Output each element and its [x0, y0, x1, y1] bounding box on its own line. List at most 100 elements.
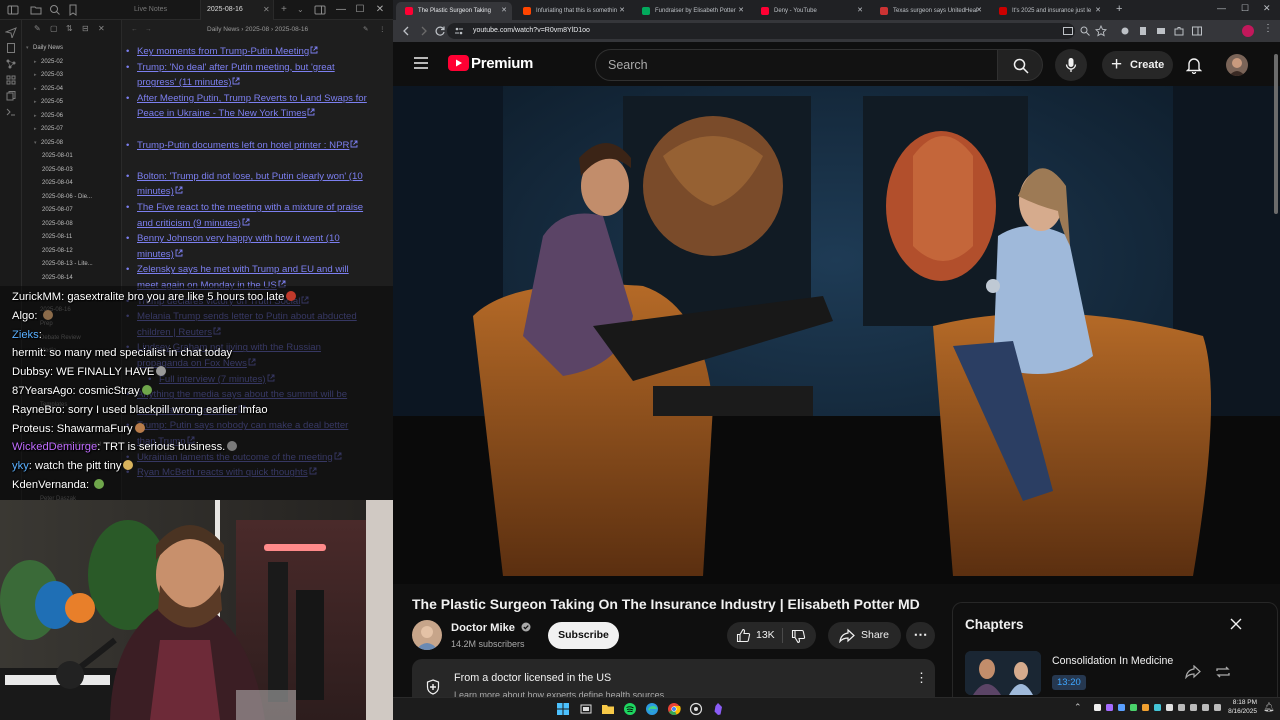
graph-icon[interactable]	[5, 58, 17, 70]
extension-icon[interactable]	[1119, 25, 1131, 37]
news-link[interactable]: The Five react to the meeting with a mix…	[137, 202, 363, 229]
obsidian-icon[interactable]	[711, 702, 725, 716]
file-explorer-icon[interactable]	[601, 702, 615, 716]
bookmark-icon[interactable]	[66, 3, 80, 17]
collapse-icon[interactable]: ⊟	[82, 24, 89, 33]
news-link[interactable]: Bolton: 'Trump did not lose, but Putin c…	[137, 171, 363, 198]
tab-live-notes[interactable]: Live Notes	[128, 0, 198, 20]
file-tree-item[interactable]: ▸ 2025-06	[22, 110, 122, 124]
clock-time[interactable]: 8:18 PM	[1223, 699, 1257, 706]
back-icon[interactable]	[399, 24, 413, 38]
file-tree-item[interactable]: 2025-08-12	[22, 245, 122, 259]
system-tray-icon[interactable]	[1129, 703, 1140, 714]
search-button[interactable]	[997, 49, 1043, 81]
search-icon[interactable]	[48, 3, 62, 17]
tab-list-icon[interactable]: ⌄	[297, 0, 304, 20]
notification-center-icon[interactable]: 🔔︎	[1263, 702, 1274, 713]
youtube-premium-logo[interactable]: Premium	[471, 55, 533, 72]
chat-username[interactable]: WickedDemiurge	[12, 441, 97, 453]
star-icon[interactable]	[1095, 25, 1107, 37]
sort-icon[interactable]: ⇅	[66, 24, 73, 33]
app-icon[interactable]	[689, 702, 703, 716]
channel-name[interactable]: Doctor Mike	[451, 622, 531, 634]
notifications-bell-icon[interactable]	[1186, 56, 1202, 74]
chat-username[interactable]: RayneBro	[12, 404, 62, 416]
chapter-title[interactable]: Consolidation In Medicine	[1052, 655, 1173, 667]
video-player[interactable]	[393, 86, 1280, 584]
chat-username[interactable]: Algo	[12, 310, 34, 322]
tab-close-icon[interactable]: ✕	[738, 2, 744, 20]
edge-icon[interactable]	[645, 702, 659, 716]
share-button[interactable]: Share	[828, 622, 901, 649]
tab-close-icon[interactable]: ✕	[857, 2, 863, 20]
forward-icon[interactable]	[417, 24, 431, 38]
tab-close-icon[interactable]: ✕	[501, 2, 507, 20]
tab-close-icon[interactable]: ✕	[976, 2, 982, 20]
chrome-menu-icon[interactable]: ⋮	[1263, 23, 1273, 34]
file-tree-item[interactable]: ▸ 2025-04	[22, 83, 122, 97]
close-icon[interactable]: ✕	[1263, 3, 1271, 14]
share-chapter-icon[interactable]	[1185, 665, 1201, 679]
subscribe-button[interactable]: Subscribe	[548, 622, 619, 649]
file-tree-item[interactable]: ▾ 2025-08	[22, 137, 122, 151]
back-icon[interactable]: ←	[131, 20, 138, 40]
maximize-icon[interactable]: ☐	[352, 2, 368, 18]
grid-icon[interactable]	[5, 74, 17, 86]
voice-search-button[interactable]	[1055, 49, 1087, 81]
news-link[interactable]: After Meeting Putin, Trump Reverts to La…	[137, 93, 367, 120]
page-scrollbar[interactable]	[1273, 44, 1279, 720]
clock-date[interactable]: 8/16/2025	[1219, 708, 1257, 715]
file-tree-item[interactable]: 2025-08-13 - Lite...	[22, 258, 122, 272]
edit-icon[interactable]: ✎	[363, 20, 368, 40]
new-folder-icon[interactable]: ▢	[50, 24, 58, 33]
browser-tab[interactable]: Texas surgeon says UnitedHeal ✕	[871, 2, 987, 20]
youtube-search-input[interactable]: Search	[595, 49, 998, 81]
close-icon[interactable]: ✕	[372, 2, 388, 18]
system-tray-icon[interactable]	[1201, 703, 1212, 714]
extension-puzzle-icon[interactable]	[1173, 25, 1185, 37]
close-panel-icon[interactable]: ✕	[98, 24, 105, 33]
more-actions-button[interactable]: ⋯	[906, 622, 935, 649]
create-button[interactable]: + Create	[1102, 51, 1173, 79]
file-tree-item[interactable]: ▸ 2025-07	[22, 123, 122, 137]
chrome-icon[interactable]	[667, 702, 681, 716]
system-tray-icon[interactable]	[1093, 703, 1104, 714]
file-icon[interactable]	[5, 42, 17, 54]
new-note-icon[interactable]: ✎	[34, 24, 41, 33]
file-tree-item[interactable]: 2025-08-01	[22, 150, 122, 164]
sidepanel-icon[interactable]	[1191, 25, 1203, 37]
sidebar-toggle-icon[interactable]	[6, 3, 20, 17]
minimize-icon[interactable]: —	[1217, 3, 1226, 13]
tab-close-icon[interactable]: ✕	[619, 2, 625, 20]
task-view-icon[interactable]	[579, 702, 593, 716]
chapter-timestamp[interactable]: 13:20	[1052, 675, 1086, 690]
reload-icon[interactable]	[433, 24, 447, 38]
profile-avatar[interactable]	[1242, 25, 1254, 37]
news-link[interactable]: Benny Johnson very happy with how it wen…	[137, 233, 340, 260]
spotify-icon[interactable]	[623, 702, 637, 716]
windows-start-icon[interactable]	[556, 702, 570, 716]
news-link[interactable]: Key moments from Trump-Putin Meeting	[137, 46, 309, 57]
tab-close-icon[interactable]: ✕	[1095, 2, 1101, 20]
like-button[interactable]	[736, 628, 751, 643]
browser-tab[interactable]: Fundraiser by Elisabeth Potter ✕	[633, 2, 749, 20]
file-tree-item[interactable]: 2025-08-06 - Die...	[22, 191, 122, 205]
file-tree-item[interactable]: 2025-08-08	[22, 218, 122, 232]
terminal-icon[interactable]	[5, 106, 17, 118]
file-tree-item[interactable]: ▸ 2025-03	[22, 69, 122, 83]
chapter-thumbnail[interactable]	[965, 651, 1041, 695]
new-tab-button[interactable]: +	[1116, 3, 1122, 15]
channel-avatar[interactable]	[412, 620, 442, 650]
browser-tab[interactable]: It's 2025 and insurance just le ✕	[990, 2, 1106, 20]
minimize-icon[interactable]: —	[333, 2, 349, 18]
youtube-logo-icon[interactable]	[448, 55, 469, 71]
close-chapters-icon[interactable]	[1229, 617, 1243, 631]
browser-tab[interactable]: Deny - YouTube ✕	[752, 2, 868, 20]
file-tree-item[interactable]: ▾ Daily News	[22, 42, 122, 56]
file-tree-item[interactable]: 2025-08-11	[22, 231, 122, 245]
browser-tab[interactable]: The Plastic Surgeon Taking ✕	[396, 2, 512, 20]
chat-username[interactable]: 87YearsAgo	[12, 385, 73, 397]
chat-username[interactable]: Dubbsy	[12, 366, 50, 378]
more-options-icon[interactable]: ⋮	[379, 20, 386, 40]
repeat-icon[interactable]	[1215, 665, 1231, 679]
